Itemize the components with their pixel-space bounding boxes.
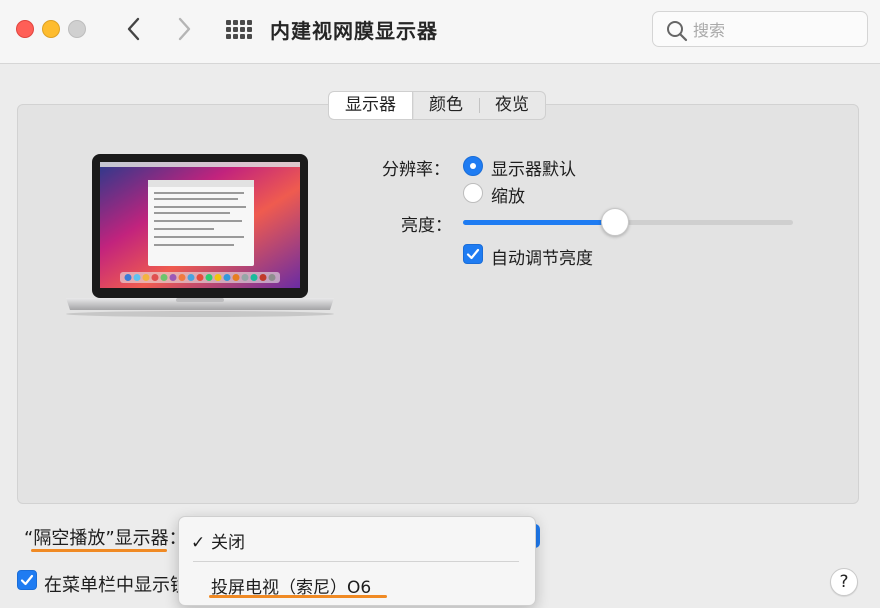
show-all-button[interactable] <box>222 16 254 44</box>
search-input[interactable] <box>693 18 853 42</box>
title-bar: 内建视网膜显示器 <box>0 0 880 64</box>
resolution-scaled-label[interactable]: 缩放 <box>491 182 525 207</box>
tab-bar: 显示器 颜色 夜览 <box>328 91 546 120</box>
zoom-window-button[interactable] <box>68 20 86 38</box>
resolution-default-radio[interactable] <box>463 156 483 176</box>
close-window-button[interactable] <box>16 20 34 38</box>
help-button[interactable]: ? <box>830 568 858 596</box>
forward-button[interactable] <box>170 14 198 44</box>
resolution-scaled-radio[interactable] <box>463 183 483 203</box>
checkmark-icon: ✓ <box>191 533 206 553</box>
brightness-slider-knob[interactable] <box>600 208 629 236</box>
auto-brightness-checkbox[interactable] <box>463 244 483 264</box>
resolution-label: 分辨率： <box>382 160 450 180</box>
search-field[interactable] <box>652 11 868 47</box>
airplay-dropdown-menu: ✓ 关闭 投屏电视（索尼）O6 <box>178 516 536 606</box>
search-icon <box>667 21 688 42</box>
resolution-default-label[interactable]: 显示器默认 <box>491 155 576 180</box>
airplay-display-label: “隔空播放”显示器： <box>24 528 187 549</box>
checkmark-icon <box>466 248 480 260</box>
show-in-menubar-checkbox[interactable] <box>17 570 37 590</box>
chevron-left-icon <box>127 17 140 41</box>
menu-item-off-label: 关闭 <box>211 533 245 553</box>
tab-night-shift[interactable]: 夜览 <box>479 92 545 119</box>
airplay-label-highlight <box>31 549 167 552</box>
tab-display[interactable]: 显示器 <box>329 92 413 119</box>
laptop-illustration <box>66 154 334 317</box>
back-button[interactable] <box>120 14 148 44</box>
menu-item-highlight <box>209 595 387 598</box>
minimize-window-button[interactable] <box>42 20 60 38</box>
brightness-label: 亮度： <box>401 216 452 236</box>
auto-brightness-label[interactable]: 自动调节亮度 <box>491 244 593 269</box>
chevron-right-icon <box>178 17 191 41</box>
window-title: 内建视网膜显示器 <box>270 19 438 43</box>
tab-color[interactable]: 颜色 <box>413 92 479 119</box>
checkmark-icon <box>20 574 34 586</box>
grid-icon <box>226 20 252 39</box>
menu-separator <box>193 561 519 562</box>
show-in-menubar-label[interactable]: 在菜单栏中显示镜 <box>44 571 188 597</box>
brightness-slider-fill <box>463 220 615 225</box>
menu-item-off[interactable]: ✓ 关闭 <box>191 528 245 553</box>
